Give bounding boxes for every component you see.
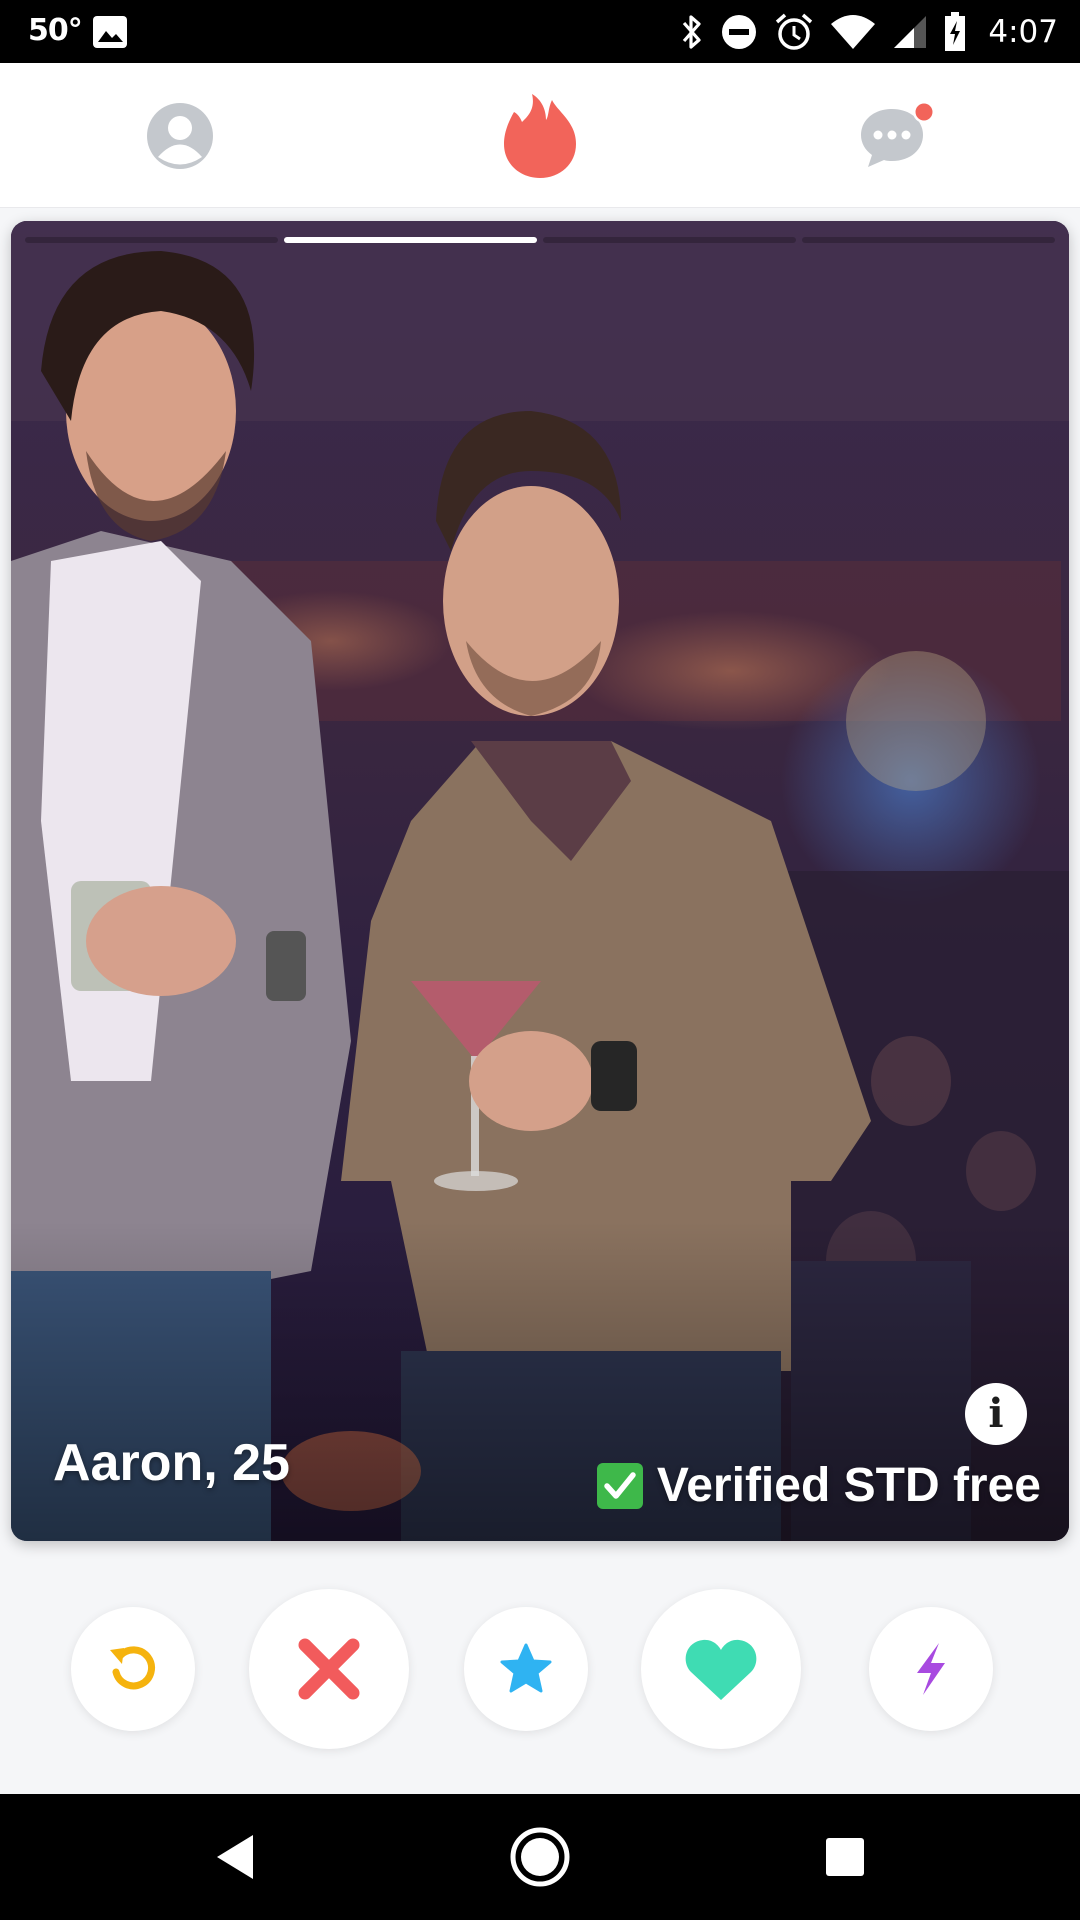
- home-icon: [510, 1827, 570, 1887]
- photo-indicator: [802, 237, 1055, 243]
- do-not-disturb-icon: [722, 15, 757, 49]
- photo-indicator: [25, 237, 278, 243]
- home-button[interactable]: [505, 1822, 575, 1892]
- back-button[interactable]: [200, 1822, 270, 1892]
- rewind-icon: [110, 1646, 155, 1690]
- super-like-star-icon: [500, 1643, 552, 1693]
- status-bar: 50° 4:07: [0, 0, 1080, 63]
- battery-charging-icon: [945, 12, 966, 51]
- nope-button[interactable]: [249, 1589, 409, 1749]
- photo-indicators: [25, 237, 1055, 243]
- nope-x-icon: [298, 1638, 360, 1700]
- like-button[interactable]: [641, 1589, 801, 1749]
- tinder-flame-icon: [504, 93, 576, 178]
- bluetooth-icon: [683, 15, 701, 49]
- recents-icon: [826, 1838, 864, 1876]
- verified-badge: Verified STD free: [596, 1458, 1041, 1513]
- messages-button[interactable]: [820, 63, 980, 208]
- profile-name-age: Aaron, 25: [53, 1434, 290, 1492]
- boost-button[interactable]: [869, 1607, 993, 1731]
- image-icon: [93, 16, 127, 48]
- boost-bolt-icon: [917, 1643, 945, 1695]
- check-mark-icon: [596, 1462, 643, 1509]
- app-header: [0, 63, 1080, 208]
- verified-text: Verified STD free: [656, 1459, 1041, 1512]
- profile-icon: [147, 102, 213, 169]
- discover-button[interactable]: [460, 63, 620, 208]
- signal-icon: [894, 16, 927, 48]
- notification-dot: [915, 103, 933, 120]
- wifi-icon: [831, 15, 876, 49]
- profile-button[interactable]: [100, 63, 260, 208]
- like-heart-icon: [685, 1639, 757, 1700]
- clock: 4:07: [988, 14, 1058, 50]
- rewind-button[interactable]: [71, 1607, 195, 1731]
- messages-icon: [861, 100, 935, 167]
- system-nav-bar: [0, 1794, 1080, 1920]
- recents-button[interactable]: [810, 1822, 880, 1892]
- action-bar: [0, 1541, 1080, 1794]
- info-button[interactable]: i: [965, 1383, 1027, 1445]
- status-icons: 4:07: [680, 10, 1058, 54]
- photo-indicator: [543, 237, 796, 243]
- info-icon: i: [988, 1390, 1004, 1437]
- profile-card[interactable]: Aaron, 25 i Verified STD free: [11, 221, 1069, 1541]
- alarm-icon: [776, 13, 813, 50]
- super-like-button[interactable]: [464, 1607, 588, 1731]
- photo-indicator-active: [284, 237, 537, 243]
- temperature-label: 50°: [28, 13, 83, 48]
- back-icon: [217, 1835, 253, 1879]
